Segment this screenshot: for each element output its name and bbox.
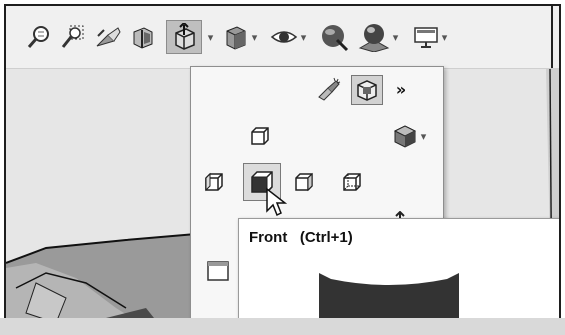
- right-view-button[interactable]: [289, 167, 319, 197]
- right-view-icon: [295, 172, 313, 192]
- hide-show-items-icon: [270, 31, 297, 43]
- bottom-margin: [0, 318, 565, 335]
- heads-up-view-toolbar: ▾ ▾ ▾ ▾ ▾: [6, 6, 559, 69]
- previous-view-icon: [96, 27, 121, 47]
- chevron-down-icon: ▾: [441, 30, 448, 44]
- zoom-to-area-icon: [61, 25, 84, 48]
- previous-view-button[interactable]: [92, 20, 124, 54]
- zoom-to-fit-button[interactable]: [24, 20, 54, 54]
- edit-appearance-icon: [322, 25, 349, 52]
- view-settings-icon: [413, 27, 438, 48]
- back-view-button[interactable]: [337, 167, 367, 197]
- view-orientation-icon: [175, 23, 195, 50]
- hide-show-items-button[interactable]: ▾: [268, 20, 308, 54]
- section-view-icon: [133, 27, 153, 49]
- view-orientation-button[interactable]: [166, 20, 202, 54]
- section-view-button[interactable]: [128, 20, 158, 54]
- chevron-down-icon: ▾: [207, 30, 214, 44]
- single-view-button[interactable]: [203, 257, 233, 285]
- display-style-button[interactable]: ▾: [222, 20, 258, 54]
- chevron-down-icon: ▾: [251, 30, 258, 44]
- view-orientation-dropdown[interactable]: ▾: [202, 20, 216, 54]
- isometric-view-button[interactable]: ▾: [385, 121, 433, 151]
- view-cube-icon: [357, 80, 377, 101]
- view-selector-toggle-button[interactable]: [351, 75, 383, 105]
- edit-appearance-button[interactable]: [316, 20, 352, 54]
- single-view-icon: [207, 261, 229, 281]
- left-view-button[interactable]: [199, 167, 229, 197]
- double-chevron-right-icon: »: [395, 79, 407, 99]
- view-selector-icon: [318, 77, 341, 101]
- view-selector-button[interactable]: [313, 75, 345, 103]
- top-view-icon: [251, 127, 269, 145]
- apply-scene-icon: [358, 24, 390, 52]
- chevron-down-icon: ▾: [392, 30, 399, 44]
- screenshot-frame: ▾ ▾ ▾ ▾ ▾ » ▾ Front (Ctrl+1): [4, 4, 561, 331]
- display-style-icon: [226, 26, 246, 50]
- back-view-icon: [343, 173, 361, 191]
- mouse-cursor-icon: [266, 187, 287, 217]
- isometric-view-icon: [393, 125, 416, 148]
- view-settings-button[interactable]: ▾: [408, 20, 452, 54]
- front-view-tooltip: Front (Ctrl+1): [238, 218, 559, 329]
- apply-scene-button[interactable]: ▾: [354, 20, 402, 54]
- left-view-icon: [205, 172, 223, 192]
- chevron-down-icon: ▾: [300, 30, 307, 44]
- tooltip-title: Front (Ctrl+1): [249, 229, 353, 246]
- zoom-to-area-button[interactable]: [58, 20, 88, 54]
- zoom-to-fit-icon: [27, 26, 49, 48]
- divider: [551, 6, 553, 68]
- top-view-button[interactable]: [245, 121, 275, 151]
- more-views-button[interactable]: »: [389, 77, 413, 101]
- chevron-down-icon: ▾: [420, 129, 427, 143]
